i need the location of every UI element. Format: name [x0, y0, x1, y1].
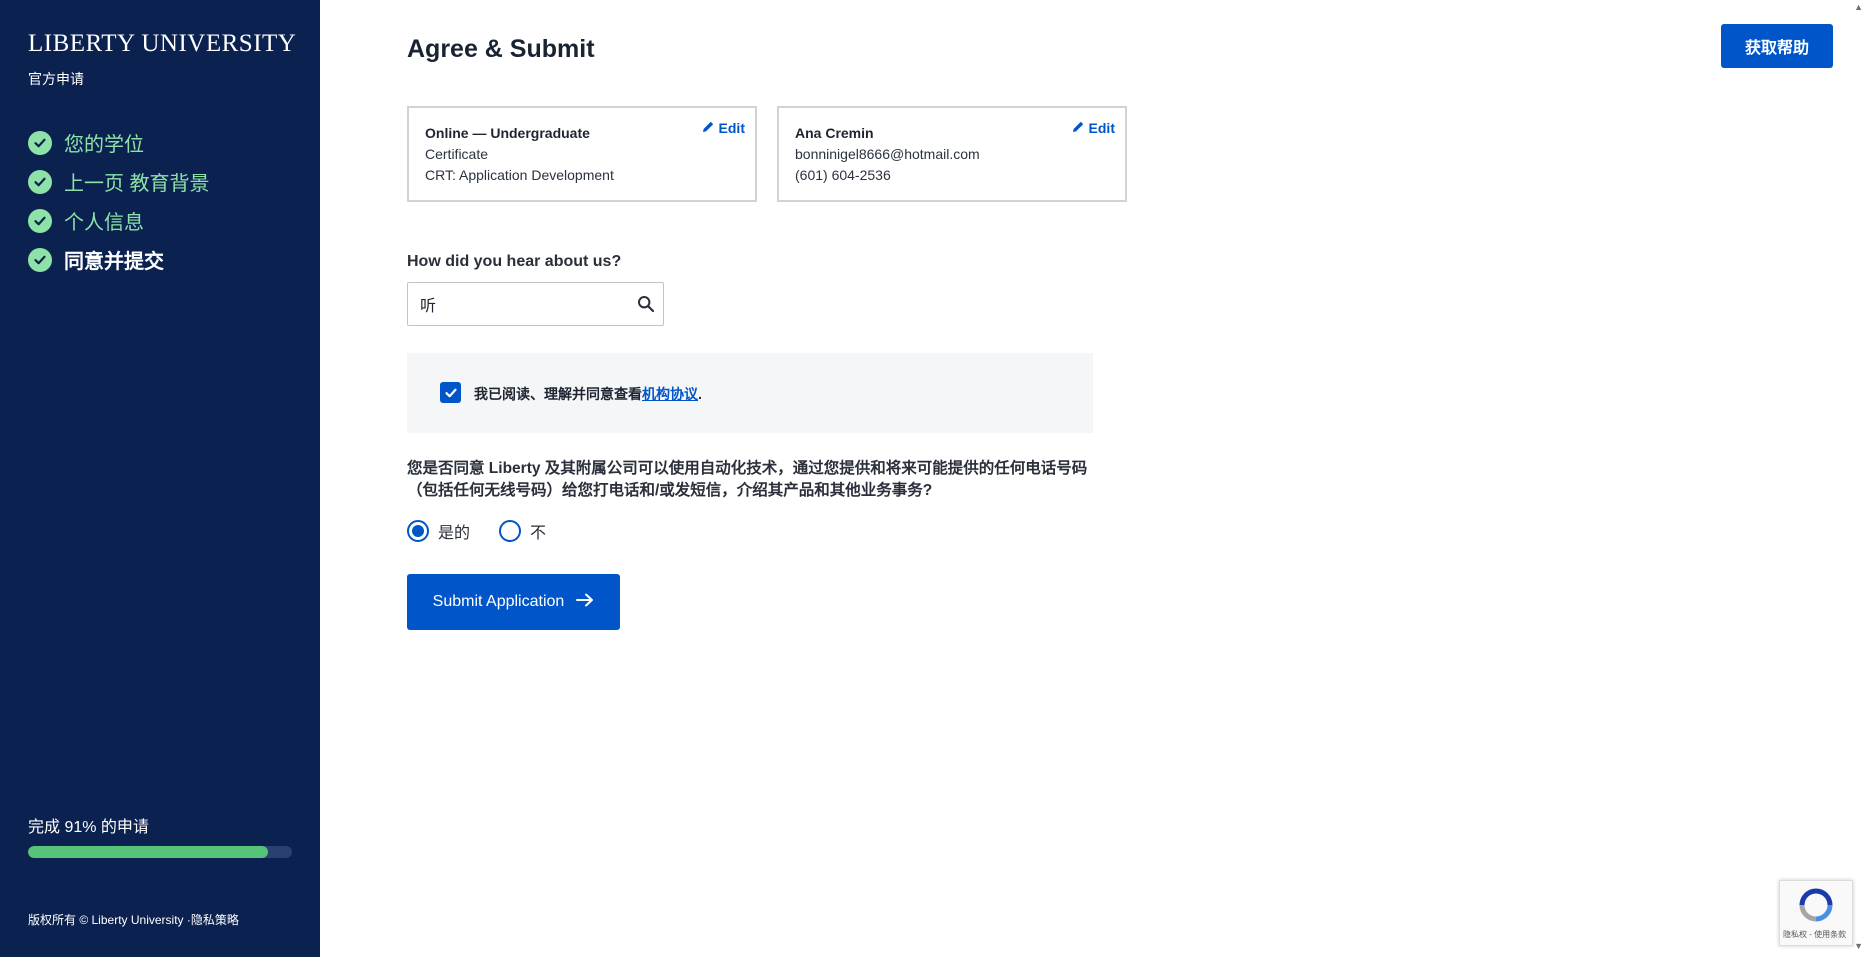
step-agree-submit[interactable]: 同意并提交 — [28, 240, 210, 279]
program-title: Online — Undergraduate — [425, 125, 590, 141]
edit-program-link[interactable]: Edit — [702, 118, 745, 139]
check-circle-icon — [28, 208, 52, 233]
scroll-up-icon[interactable]: ▲ — [1854, 2, 1863, 12]
agreement-checkbox[interactable] — [440, 382, 461, 403]
agreement-text: 我已阅读、理解并同意查看机构协议. — [474, 384, 702, 404]
step-degree[interactable]: 您的学位 — [28, 123, 210, 162]
pencil-icon — [1072, 118, 1085, 139]
agreement-consent-box: 我已阅读、理解并同意查看机构协议. — [407, 353, 1093, 433]
radio-button-selected[interactable] — [407, 520, 429, 542]
brand-logo: LIBERTY UNIVERSITY — [28, 30, 297, 57]
get-help-button[interactable]: 获取帮助 — [1721, 24, 1833, 68]
progress-bar — [28, 846, 292, 858]
contact-summary-card: Ana Cremin bonninigel8666@hotmail.com (6… — [777, 106, 1127, 202]
institution-agreement-link[interactable]: 机构协议 — [642, 386, 698, 402]
step-label: 个人信息 — [64, 212, 144, 234]
edit-label: Edit — [1088, 120, 1115, 136]
referral-input[interactable] — [408, 283, 620, 325]
submit-label: Submit Application — [432, 593, 565, 610]
search-icon[interactable] — [637, 295, 655, 318]
progress-label: 完成 91% 的申请 — [28, 819, 149, 836]
step-education[interactable]: 上一页 教育背景 — [28, 162, 210, 201]
referral-question-label: How did you hear about us? — [407, 253, 622, 270]
automation-consent-question: 您是否同意 Liberty 及其附属公司可以使用自动化技术，通过您提供和将来可能… — [407, 460, 1088, 499]
check-circle-icon — [28, 130, 52, 155]
copyright-footer: 版权所有 © Liberty University ·隐私策略 — [28, 913, 239, 927]
submit-application-button[interactable]: Submit Application — [407, 574, 620, 630]
arrow-right-icon — [576, 593, 594, 612]
step-label: 同意并提交 — [64, 251, 164, 273]
radio-button[interactable] — [499, 520, 521, 542]
pencil-icon — [702, 118, 715, 139]
applicant-email: bonninigel8666@hotmail.com — [795, 146, 980, 162]
step-label: 上一页 教育背景 — [64, 173, 210, 195]
radio-no-label: 不 — [530, 525, 547, 542]
program-summary-card: Online — Undergraduate Certificate CRT: … — [407, 106, 757, 202]
scroll-down-icon[interactable]: ▼ — [1854, 941, 1863, 951]
radio-no[interactable]: 不 — [499, 519, 546, 543]
progress-bar-fill — [28, 846, 269, 858]
page-title: Agree & Submit — [407, 35, 595, 63]
radio-yes[interactable]: 是的 — [407, 519, 470, 543]
edit-contact-link[interactable]: Edit — [1072, 118, 1115, 139]
checkmark-icon — [444, 388, 457, 397]
step-list: 您的学位 上一页 教育背景 个人信息 同意并提交 — [28, 123, 210, 279]
check-circle-icon — [28, 247, 52, 272]
check-circle-icon — [28, 169, 52, 194]
referral-search-field — [407, 282, 664, 326]
step-personal-info[interactable]: 个人信息 — [28, 201, 210, 240]
radio-yes-label: 是的 — [438, 525, 471, 542]
sidebar: LIBERTY UNIVERSITY 官方申请 您的学位 上一页 教育背景 个人… — [0, 0, 320, 957]
applicant-phone: (601) 604-2536 — [795, 167, 891, 183]
edit-label: Edit — [718, 120, 745, 136]
program-name: CRT: Application Development — [425, 167, 614, 183]
brand-subtitle: 官方申请 — [28, 71, 84, 87]
agreement-statement: 我已阅读、理解并同意查看 — [474, 386, 642, 402]
program-type: Certificate — [425, 146, 489, 162]
agreement-suffix: . — [698, 386, 702, 402]
step-label: 您的学位 — [64, 134, 144, 156]
recaptcha-badge[interactable]: 隐私权 - 使用条款 — [1779, 880, 1853, 946]
applicant-name: Ana Cremin — [795, 125, 874, 141]
recaptcha-logo-icon — [1798, 887, 1834, 928]
recaptcha-terms[interactable]: 隐私权 - 使用条款 — [1783, 929, 1846, 940]
